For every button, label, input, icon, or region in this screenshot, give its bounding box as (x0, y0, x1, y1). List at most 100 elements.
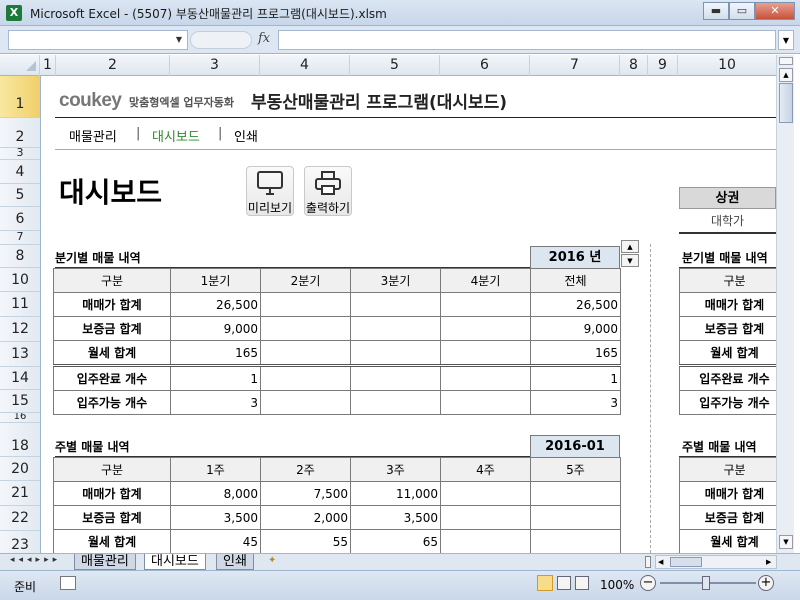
cell[interactable]: 165 (170, 340, 261, 366)
cell[interactable] (260, 364, 351, 391)
cell[interactable] (350, 364, 441, 391)
cell[interactable] (440, 505, 531, 530)
row-header[interactable]: 14 (0, 367, 40, 390)
maximize-button[interactable]: ▭ (729, 2, 755, 20)
insert-function-icon[interactable]: fx (258, 31, 270, 46)
year-selector[interactable]: 2016 년 (530, 246, 620, 269)
row-header[interactable]: 4 (0, 160, 40, 184)
cell[interactable] (440, 292, 531, 317)
district-value[interactable]: 대학가 (679, 210, 776, 232)
row-header[interactable]: 23 (0, 531, 40, 553)
year-up-button[interactable]: ▲ (621, 240, 639, 253)
row-header[interactable]: 5 (0, 184, 40, 207)
print-button[interactable]: 출력하기 (304, 166, 352, 216)
cell[interactable]: 1 (530, 364, 621, 391)
formula-splitter[interactable] (190, 31, 252, 49)
close-button[interactable]: ✕ (755, 2, 795, 20)
cell[interactable]: 26,500 (170, 292, 261, 317)
row-label[interactable]: 보증금 합계 (679, 316, 776, 341)
macro-record-icon[interactable] (60, 576, 76, 590)
row-header[interactable]: 2 (0, 118, 40, 148)
row-label[interactable]: 매매가 합계 (679, 481, 776, 506)
column-header[interactable]: 3 (170, 55, 260, 76)
row-header[interactable]: 1 (0, 76, 40, 118)
row-header[interactable]: 16 (0, 413, 40, 423)
cell[interactable]: 165 (530, 340, 621, 366)
cell[interactable]: 3,500 (170, 505, 261, 530)
row-header[interactable]: 18 (0, 423, 40, 457)
cell[interactable]: 45 (170, 529, 261, 553)
column-header[interactable]: 1 (40, 55, 56, 76)
scroll-up-icon[interactable]: ▲ (779, 68, 793, 82)
row-header[interactable]: 22 (0, 506, 40, 531)
row-label[interactable]: 보증금 합계 (679, 505, 776, 530)
cell[interactable]: 1 (170, 364, 261, 391)
chevron-down-icon[interactable]: ▼ (172, 30, 186, 50)
row-label[interactable]: 보증금 합계 (53, 316, 171, 341)
cell[interactable] (260, 390, 351, 415)
sheet-tab-dashboard[interactable]: 대시보드 (144, 554, 206, 570)
cell[interactable] (440, 390, 531, 415)
cell[interactable] (350, 292, 441, 317)
row-header[interactable]: 10 (0, 268, 40, 292)
row-label[interactable]: 입주완료 개수 (53, 364, 171, 391)
scroll-left-icon[interactable]: ◀ (658, 556, 663, 569)
scroll-down-icon[interactable]: ▼ (779, 535, 793, 549)
row-label[interactable]: 매매가 합계 (679, 292, 776, 317)
cell[interactable] (440, 364, 531, 391)
row-header[interactable]: 12 (0, 317, 40, 342)
row-header[interactable]: 13 (0, 342, 40, 367)
worksheet-grid[interactable]: coukey 맞춤형엑셀 업무자동화 부동산매물관리 프로그램(대시보드) 매물… (41, 76, 776, 553)
cell[interactable]: 3 (170, 390, 261, 415)
column-header[interactable]: 2 (56, 55, 170, 76)
column-header[interactable]: 7 (530, 55, 620, 76)
cell[interactable]: 26,500 (530, 292, 621, 317)
cell[interactable]: 3,500 (350, 505, 441, 530)
sheet-tab-print[interactable]: 인쇄 (216, 554, 254, 570)
row-header[interactable]: 11 (0, 292, 40, 317)
cell[interactable] (530, 481, 621, 506)
row-label[interactable]: 월세 합계 (679, 529, 776, 553)
cell[interactable]: 9,000 (530, 316, 621, 341)
cell[interactable] (530, 505, 621, 530)
row-header[interactable]: 20 (0, 457, 40, 481)
preview-button[interactable]: 미리보기 (246, 166, 294, 216)
cell[interactable]: 8,000 (170, 481, 261, 506)
cell[interactable] (440, 529, 531, 553)
nav-link-dashboard[interactable]: 대시보드 (152, 126, 200, 145)
cell[interactable] (350, 316, 441, 341)
row-label[interactable]: 월세 합계 (53, 340, 171, 366)
page-layout-icon[interactable] (557, 576, 571, 590)
column-header[interactable]: 8 (620, 55, 648, 76)
cell[interactable] (440, 316, 531, 341)
nav-link-print[interactable]: 인쇄 (234, 126, 258, 145)
scroll-thumb[interactable] (779, 83, 793, 123)
insert-sheet-icon[interactable]: ✦ (268, 555, 288, 569)
row-label[interactable]: 매매가 합계 (53, 292, 171, 317)
sheet-tab-maemul[interactable]: 매물관리 (74, 554, 136, 570)
row-header[interactable]: 21 (0, 481, 40, 506)
cell[interactable] (260, 340, 351, 366)
zoom-in-icon[interactable]: + (758, 575, 774, 591)
row-header[interactable]: 7 (0, 231, 40, 245)
cell[interactable]: 11,000 (350, 481, 441, 506)
cell[interactable] (440, 340, 531, 366)
cell[interactable]: 65 (350, 529, 441, 553)
cell[interactable] (350, 390, 441, 415)
cell[interactable] (260, 316, 351, 341)
cell[interactable]: 55 (260, 529, 351, 553)
row-label[interactable]: 입주가능 개수 (679, 390, 776, 415)
row-label[interactable]: 보증금 합계 (53, 505, 171, 530)
excel-app-icon[interactable]: X (6, 5, 22, 21)
formula-input[interactable] (278, 30, 776, 50)
normal-view-icon[interactable] (537, 575, 553, 591)
row-header[interactable]: 8 (0, 245, 40, 268)
cell[interactable]: 3 (530, 390, 621, 415)
cell[interactable] (260, 292, 351, 317)
cell[interactable]: 2,000 (260, 505, 351, 530)
cell[interactable] (530, 529, 621, 553)
row-label[interactable]: 입주완료 개수 (679, 364, 776, 391)
cell[interactable] (440, 481, 531, 506)
cell[interactable]: 7,500 (260, 481, 351, 506)
column-header[interactable]: 5 (350, 55, 440, 76)
